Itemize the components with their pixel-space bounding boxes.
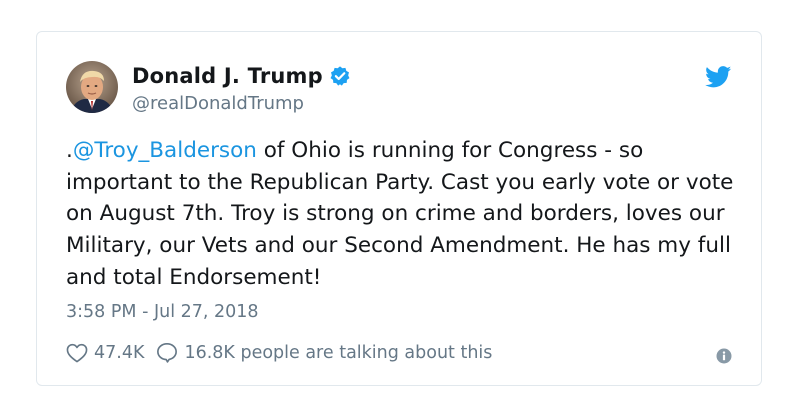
avatar[interactable]: [66, 61, 118, 113]
like-count: 47.4K: [94, 342, 145, 363]
tweet-actions: 47.4K 16.8K people are talking about thi…: [66, 342, 492, 363]
heart-icon: [66, 343, 88, 362]
author-name-row: Donald J. Trump: [132, 64, 351, 88]
info-icon[interactable]: [716, 348, 732, 364]
tweet-text: .@Troy_Balderson of Ohio is running for …: [66, 135, 746, 294]
tweet-card: Donald J. Trump @realDonaldTrump .@Troy_…: [36, 31, 762, 386]
author-handle[interactable]: @realDonaldTrump: [132, 93, 304, 114]
tweet-timestamp[interactable]: 3:58 PM - Jul 27, 2018: [66, 302, 259, 322]
author-display-name[interactable]: Donald J. Trump: [132, 64, 323, 88]
conversation-link[interactable]: 16.8K people are talking about this: [156, 342, 492, 363]
twitter-bird-icon[interactable]: [705, 66, 732, 88]
speech-bubble-icon: [157, 343, 178, 363]
verified-badge-icon: [329, 65, 351, 87]
like-button[interactable]: 47.4K: [66, 343, 144, 363]
conversation-count: 16.8K people are talking about this: [184, 342, 493, 363]
tweet-text-prefix: .: [66, 138, 73, 163]
mention-link[interactable]: @Troy_Balderson: [73, 138, 257, 163]
